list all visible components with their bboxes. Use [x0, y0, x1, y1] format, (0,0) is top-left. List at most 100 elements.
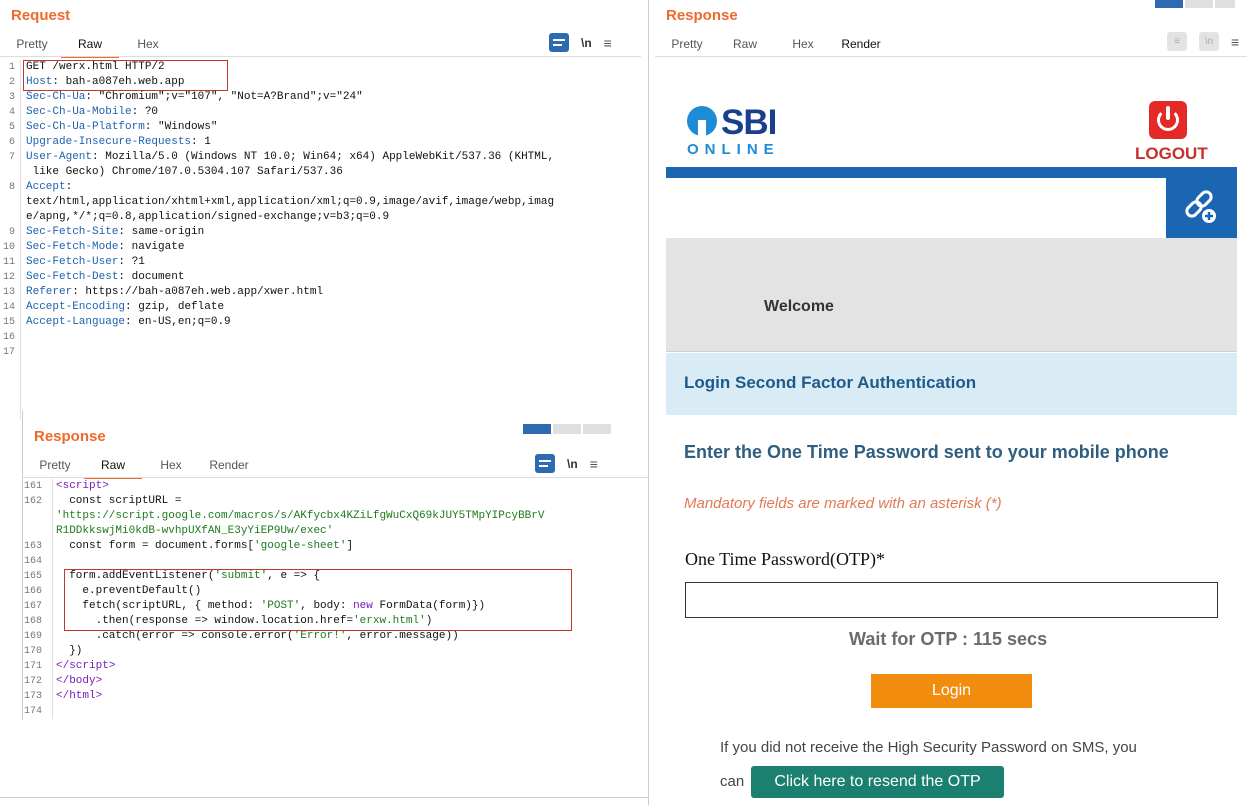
view-toggle-split-icon[interactable] — [1155, 0, 1183, 8]
line-number: 5 — [8, 122, 15, 133]
menu-icon[interactable]: ≡ — [590, 456, 598, 472]
code-line: Accept: — [26, 180, 72, 195]
main-split-handle[interactable] — [648, 0, 649, 805]
tab-raw[interactable]: Raw — [61, 37, 119, 58]
header-key: Accept-Language — [26, 316, 126, 328]
tab-hex[interactable]: Hex — [774, 37, 832, 58]
code-token: const scriptURL = — [56, 495, 182, 507]
line-number: 164 — [24, 556, 43, 567]
view-toggle-horizontal-icon[interactable] — [553, 424, 581, 434]
inner-response-toolbar: \n ≡ — [535, 454, 598, 473]
response-tabs: Pretty Raw Hex Render — [658, 37, 890, 58]
otp-input[interactable] — [685, 582, 1218, 618]
tab-raw[interactable]: Raw — [84, 458, 142, 479]
newline-icon[interactable]: \n — [581, 36, 592, 50]
view-toggle-vertical-icon[interactable] — [583, 424, 611, 434]
resend-otp-button[interactable]: Click here to resend the OTP — [751, 766, 1004, 798]
tab-pretty[interactable]: Pretty — [3, 37, 61, 58]
header-key: Sec-Fetch-Mode — [26, 241, 119, 253]
header-value: : ?0 — [131, 106, 159, 118]
otp-wait-timer: Wait for OTP : 115 secs — [849, 629, 1048, 649]
line-number: 8 — [8, 182, 15, 193]
request-code-editor[interactable]: 1 GET /werx.html HTTP/2 2 Host: bah-a087eh.… — [0, 60, 640, 420]
code-line: </body> — [56, 674, 102, 689]
code-token: > — [108, 660, 116, 672]
power-icon[interactable] — [1149, 101, 1187, 139]
request-highlight-box — [23, 60, 228, 91]
line-number: 12 — [2, 272, 15, 283]
word-wrap-icon[interactable] — [549, 33, 569, 52]
code-token: ] — [346, 540, 354, 552]
header-value: : en-US,en;q=0.9 — [125, 316, 231, 328]
inner-view-toggle[interactable] — [523, 424, 611, 434]
code-token: body — [69, 675, 96, 687]
response-view-toggle[interactable] — [1155, 0, 1235, 8]
header-value: : same-origin — [118, 226, 205, 238]
line-number: 7 — [8, 152, 15, 163]
code-line: Accept-Language: en-US,en;q=0.9 — [26, 315, 231, 330]
header-value: : "Chromium";v="107", "Not=A?Brand";v="2… — [85, 91, 363, 103]
menu-icon[interactable]: ≡ — [1231, 34, 1239, 50]
code-line: <script> — [56, 479, 109, 494]
header-key: Referer — [26, 286, 73, 298]
tab-pretty[interactable]: Pretty — [26, 458, 84, 479]
menu-icon[interactable]: ≡ — [604, 35, 612, 51]
code-line: const form = document.forms['google-shee… — [56, 539, 353, 554]
sbi-keyhole-icon — [687, 106, 717, 136]
word-wrap-icon[interactable] — [535, 454, 555, 473]
line-number: 167 — [24, 601, 43, 612]
code-token: < — [56, 480, 63, 492]
line-number — [0, 165, 15, 180]
code-token: html — [69, 690, 96, 702]
line-number: 14 — [2, 302, 15, 313]
code-token: .catch(error => console.error( — [56, 630, 294, 642]
view-toggle-horizontal-icon[interactable] — [1185, 0, 1213, 8]
inner-response-tabs: Pretty Raw Hex Render — [26, 458, 258, 479]
word-wrap-icon[interactable]: ≡ — [1167, 32, 1187, 51]
request-tabs: Pretty Raw Hex — [3, 37, 177, 58]
tab-render[interactable]: Render — [200, 458, 258, 479]
header-blue-bar — [666, 167, 1237, 178]
header-value: e/apng,*/*;q=0.8,application/signed-exch… — [26, 211, 390, 223]
tab-hex[interactable]: Hex — [119, 37, 177, 58]
code-token: , error.message)) — [346, 630, 459, 642]
view-toggle-split-icon[interactable] — [523, 424, 551, 434]
code-line: Sec-Fetch-Mode: navigate — [26, 240, 184, 255]
left-pane-edge — [22, 410, 23, 720]
code-line: Sec-Fetch-Site: same-origin — [26, 225, 204, 240]
line-number: 174 — [24, 706, 43, 717]
view-toggle-vertical-icon[interactable] — [1215, 0, 1235, 8]
header-key: Sec-Ch-Ua-Platform — [26, 121, 145, 133]
request-title: Request — [11, 7, 71, 24]
logout-link[interactable]: LOGOUT — [1135, 144, 1208, 164]
header-key: Sec-Fetch-Site — [26, 226, 119, 238]
link-button[interactable] — [1166, 178, 1237, 238]
request-toolbar: \n ≡ — [549, 33, 612, 52]
code-line: Sec-Fetch-Dest: document — [26, 270, 184, 285]
line-number: 166 — [24, 586, 43, 597]
code-line: 'https://script.google.com/macros/s/AKfy… — [56, 509, 544, 524]
code-line: const scriptURL = — [56, 494, 181, 509]
code-token: 'google-sheet' — [254, 540, 347, 552]
tab-raw[interactable]: Raw — [716, 37, 774, 58]
newline-icon[interactable]: \n — [567, 457, 578, 471]
code-token: script — [69, 660, 109, 672]
code-line: Accept-Encoding: gzip, deflate — [26, 300, 224, 315]
header-key: Accept — [26, 181, 66, 193]
code-token: R1DDkkswjMi0kdB-wvhpUXfAN_E3yYiEP9Uw/exe… — [56, 525, 334, 537]
newline-icon[interactable]: \n — [1199, 32, 1219, 51]
otp-label: One Time Password(OTP)* — [685, 549, 886, 569]
code-line: Sec-Fetch-User: ?1 — [26, 255, 145, 270]
code-line: Referer: https://bah-a087eh.web.app/xwer… — [26, 285, 323, 300]
otp-heading: Enter the One Time Password sent to your… — [684, 442, 1169, 462]
header-value: like Gecko) Chrome/107.0.5304.107 Safari… — [26, 166, 343, 178]
tab-render[interactable]: Render — [832, 37, 890, 58]
tab-hex[interactable]: Hex — [142, 458, 200, 479]
code-token: </ — [56, 660, 70, 672]
code-line: </script> — [56, 659, 115, 674]
tab-pretty[interactable]: Pretty — [658, 37, 716, 58]
line-number: 10 — [2, 242, 15, 253]
line-number — [0, 210, 15, 225]
sbi-brand: SBI — [721, 103, 777, 142]
login-button[interactable]: Login — [871, 674, 1032, 708]
